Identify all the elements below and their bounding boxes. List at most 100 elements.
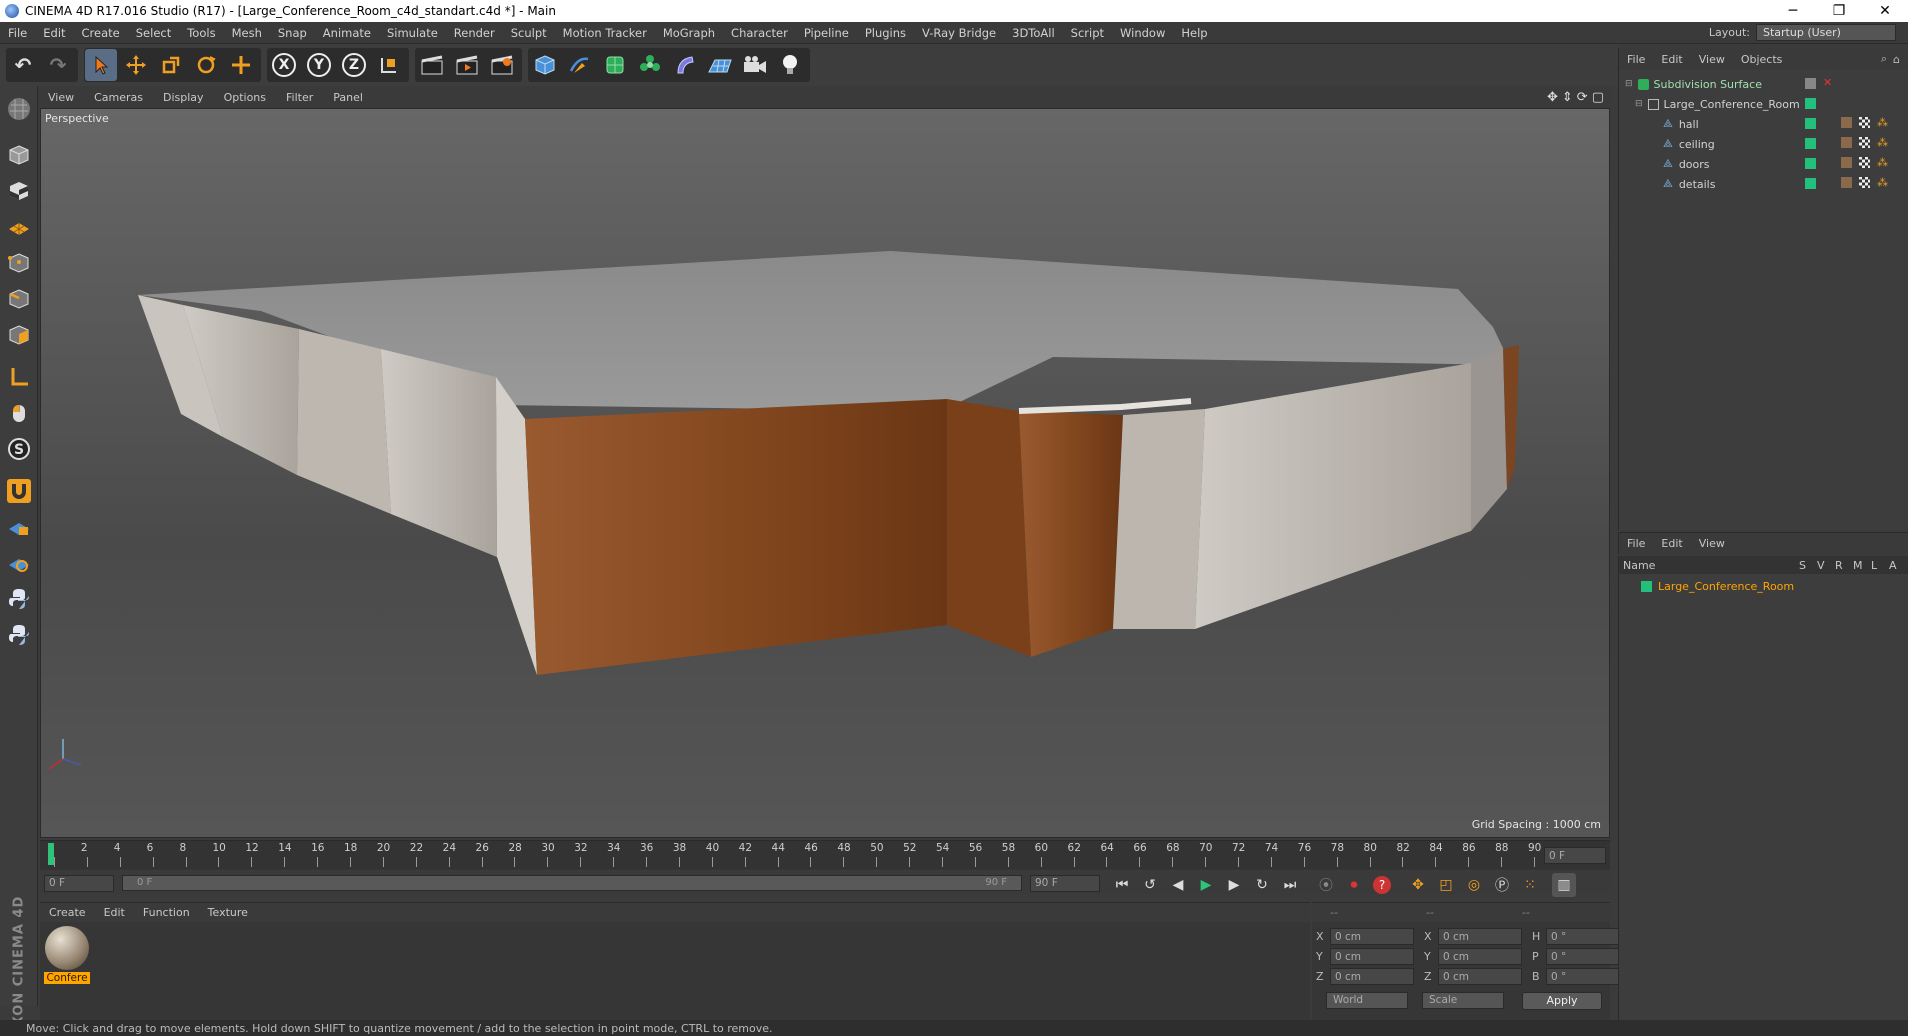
next-key-button[interactable]: ↻	[1250, 873, 1274, 897]
enable-snap-button[interactable]	[4, 476, 34, 506]
floor-object-button[interactable]	[704, 49, 736, 81]
render-to-picture-viewer-button[interactable]	[451, 49, 483, 81]
rotation-b-field[interactable]: 0 °	[1546, 968, 1622, 985]
time-range-slider[interactable]: 0 F 90 F	[122, 875, 1022, 891]
play-button[interactable]: ▶	[1194, 873, 1218, 897]
go-to-end-button[interactable]: ⏭	[1278, 873, 1302, 897]
key-point-level-button[interactable]: ⁙	[1518, 873, 1542, 897]
column-view[interactable]: V	[1817, 559, 1835, 572]
position-z-field[interactable]: 0 cm	[1330, 968, 1414, 985]
undo-button[interactable]: ↶	[7, 49, 39, 81]
position-y-field[interactable]: 0 cm	[1330, 948, 1414, 965]
lock-workplane-button[interactable]	[4, 512, 34, 542]
uvw-tag-icon[interactable]	[1859, 117, 1870, 128]
menu-mesh[interactable]: Mesh	[224, 26, 270, 40]
render-settings-button[interactable]	[486, 49, 518, 81]
spline-pen-button[interactable]	[564, 49, 596, 81]
close-button[interactable]: ✕	[1862, 3, 1908, 19]
layer-row[interactable]: Large_Conference_Room	[1619, 576, 1908, 596]
snap-button[interactable]: S	[4, 434, 34, 464]
go-to-start-button[interactable]: ⏮	[1110, 873, 1134, 897]
material-swatch[interactable]: Confere	[44, 926, 90, 984]
menu-select[interactable]: Select	[128, 26, 179, 40]
previous-frame-button[interactable]: ◀	[1166, 873, 1190, 897]
phong-tag-icon[interactable]: ⁂	[1877, 136, 1888, 149]
object-row-large-conference-room[interactable]: ⊟ Large_Conference_Room	[1619, 94, 1908, 114]
y-axis-lock-button[interactable]: Y	[303, 49, 335, 81]
column-name[interactable]: Name	[1623, 559, 1799, 572]
zoom-view-icon[interactable]: ⇕	[1562, 90, 1573, 105]
tweak-mode-button[interactable]	[4, 398, 34, 428]
apply-button[interactable]: Apply	[1522, 992, 1602, 1010]
menu-create[interactable]: Create	[74, 26, 128, 40]
key-rotation-button[interactable]: ◎	[1462, 873, 1486, 897]
camera-object-button[interactable]	[739, 49, 771, 81]
disabled-x-icon[interactable]: ✕	[1823, 76, 1832, 89]
key-parameter-button[interactable]: Ⓟ	[1490, 873, 1514, 897]
search-icon[interactable]: ⌕	[1881, 52, 1893, 66]
scale-tool-button[interactable]	[155, 49, 187, 81]
column-locked[interactable]: L	[1871, 559, 1889, 572]
points-mode-button[interactable]	[4, 248, 34, 278]
menu-window[interactable]: Window	[1112, 26, 1173, 40]
menu-sculpt[interactable]: Sculpt	[503, 26, 555, 40]
deformer-button[interactable]	[669, 49, 701, 81]
playhead-marker[interactable]	[48, 843, 54, 865]
render-view-button[interactable]	[416, 49, 448, 81]
phong-tag-icon[interactable]: ⁂	[1877, 176, 1888, 189]
menu-mograph[interactable]: MoGraph	[655, 26, 723, 40]
material-tag-icon[interactable]	[1841, 157, 1852, 168]
workplane-mode-button[interactable]	[4, 212, 34, 242]
layers-menu-edit[interactable]: Edit	[1653, 537, 1690, 550]
column-animation[interactable]: A	[1889, 559, 1907, 572]
python-script-button-2[interactable]	[4, 620, 34, 650]
size-y-field[interactable]: 0 cm	[1438, 948, 1522, 965]
object-name[interactable]: Subdivision Surface	[1654, 78, 1762, 91]
rotate-tool-button[interactable]	[190, 49, 222, 81]
object-row-ceiling[interactable]: ⟁ ceiling ⁂	[1619, 134, 1908, 154]
material-menu-function[interactable]: Function	[134, 906, 199, 919]
layout-dropdown[interactable]: Startup (User)	[1756, 24, 1896, 41]
expand-toggle-icon[interactable]: ⊟	[1635, 99, 1643, 109]
uvw-tag-icon[interactable]	[1859, 177, 1870, 188]
size-x-field[interactable]: 0 cm	[1438, 928, 1522, 945]
layers-menu-file[interactable]: File	[1619, 537, 1653, 550]
position-x-field[interactable]: 0 cm	[1330, 928, 1414, 945]
object-row-hall[interactable]: ⟁ hall ⁂	[1619, 114, 1908, 134]
previous-key-button[interactable]: ↺	[1138, 873, 1162, 897]
coordinate-system-button[interactable]	[373, 49, 405, 81]
objects-menu-view[interactable]: View	[1691, 53, 1733, 66]
object-row-subdivision-surface[interactable]: ⊟ Subdivision Surface ✕	[1619, 74, 1908, 94]
menu-character[interactable]: Character	[723, 26, 796, 40]
material-menu-texture[interactable]: Texture	[199, 906, 257, 919]
menu-snap[interactable]: Snap	[270, 26, 315, 40]
object-name[interactable]: details	[1679, 178, 1716, 191]
restore-button[interactable]: ❐	[1816, 3, 1862, 19]
menu-help[interactable]: Help	[1173, 26, 1215, 40]
objects-menu-edit[interactable]: Edit	[1653, 53, 1690, 66]
uvw-tag-icon[interactable]	[1859, 137, 1870, 148]
material-tag-icon[interactable]	[1841, 177, 1852, 188]
size-z-field[interactable]: 0 cm	[1438, 968, 1522, 985]
current-frame-field[interactable]: 0 F	[1544, 847, 1606, 864]
polygons-mode-button[interactable]	[4, 320, 34, 350]
home-icon[interactable]: ⌂	[1893, 53, 1908, 66]
rotation-h-field[interactable]: 0 °	[1546, 928, 1622, 945]
viewport-menu-cameras[interactable]: Cameras	[84, 91, 153, 104]
pan-view-icon[interactable]: ✥	[1547, 90, 1558, 105]
minimize-button[interactable]: ─	[1770, 3, 1816, 19]
phong-tag-icon[interactable]: ⁂	[1877, 156, 1888, 169]
light-object-button[interactable]	[774, 49, 806, 81]
menu-vray-bridge[interactable]: V-Ray Bridge	[914, 26, 1004, 40]
size-mode-dropdown[interactable]: Scale	[1422, 992, 1504, 1009]
material-tag-icon[interactable]	[1841, 137, 1852, 148]
coordinate-mode-dropdown[interactable]: World	[1326, 992, 1408, 1009]
edges-mode-button[interactable]	[4, 284, 34, 314]
key-scale-button[interactable]: ◰	[1434, 873, 1458, 897]
timeline-window-button[interactable]: ▥	[1552, 873, 1576, 897]
menu-render[interactable]: Render	[446, 26, 503, 40]
start-frame-field[interactable]: 0 F	[44, 874, 114, 892]
layer-name[interactable]: Large_Conference_Room	[1658, 580, 1794, 593]
menu-script[interactable]: Script	[1063, 26, 1112, 40]
viewport-menu-view[interactable]: View	[38, 91, 84, 104]
